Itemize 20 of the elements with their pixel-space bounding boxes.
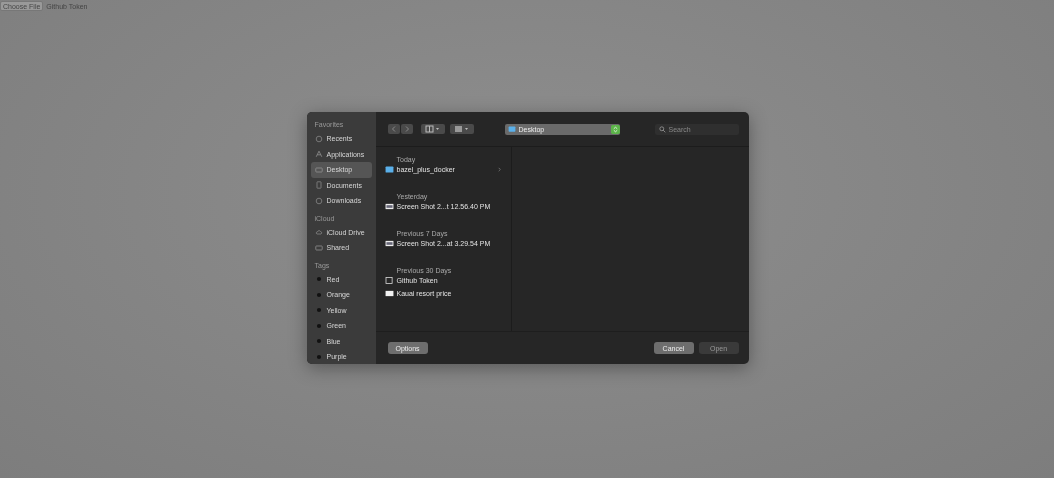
grid-menu-icon bbox=[453, 125, 470, 133]
search-icon bbox=[658, 125, 666, 133]
tag-dot-icon bbox=[314, 275, 323, 284]
cloud-icon bbox=[314, 228, 323, 237]
tag-dot-icon bbox=[314, 290, 323, 299]
columns-view-icon bbox=[424, 125, 441, 133]
tag-dot-icon bbox=[314, 337, 323, 346]
tag-dot-icon bbox=[314, 321, 323, 330]
stepper-icon bbox=[610, 123, 620, 135]
image-thumbnail-icon bbox=[384, 240, 394, 247]
chevron-icon bbox=[496, 166, 502, 173]
back-button[interactable] bbox=[387, 124, 400, 134]
group-button[interactable] bbox=[449, 124, 474, 134]
tag-dot-icon bbox=[314, 306, 323, 315]
apps-icon bbox=[314, 150, 323, 159]
tag-dot-icon bbox=[314, 352, 323, 361]
chevron-left-icon bbox=[389, 125, 398, 133]
forward-button[interactable] bbox=[400, 124, 413, 134]
image-thumbnail-icon bbox=[384, 203, 394, 210]
view-mode-button[interactable] bbox=[420, 124, 445, 134]
